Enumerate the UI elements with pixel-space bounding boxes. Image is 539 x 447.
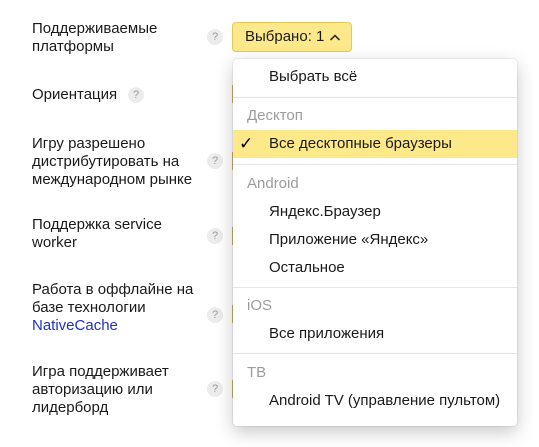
orientation-help-icon[interactable]: ? (128, 87, 144, 103)
select-value: Выбрано: 1 (245, 28, 325, 45)
divider (233, 164, 517, 165)
select-all-option[interactable]: Выбрать всё (233, 63, 517, 91)
option-ios-all-apps[interactable]: Все приложения (233, 320, 517, 348)
group-title-desktop: Десктоп (247, 107, 303, 124)
international-label: Игру разрешено дистрибутировать на между… (32, 135, 193, 188)
platforms-help-icon[interactable]: ? (207, 29, 223, 45)
platforms-select-button[interactable]: Выбрано: 1 (232, 22, 352, 52)
orientation-label: Ориентация (32, 86, 118, 103)
platforms-dropdown: Выбрать всё Десктоп ✓ Все десктопные бра… (233, 59, 517, 426)
divider (233, 353, 517, 354)
platforms-label: Поддерживаемые платформы (32, 20, 158, 55)
offline-label: Работа в оффлайне на базе технологии Nat… (32, 281, 202, 335)
option-yandex-browser[interactable]: Яндекс.Браузер (233, 198, 517, 226)
international-help-icon[interactable]: ? (207, 153, 223, 169)
group-title-android: Android (247, 175, 299, 192)
divider (233, 97, 517, 98)
service-worker-help-icon[interactable]: ? (207, 228, 223, 244)
leaderboard-help-icon[interactable]: ? (207, 381, 223, 397)
checkmark-icon: ✓ (239, 134, 254, 153)
option-android-other[interactable]: Остальное (233, 254, 517, 282)
nativecache-link[interactable]: NativeCache (32, 317, 118, 334)
group-title-tv: ТВ (247, 364, 267, 381)
service-worker-label: Поддержка service worker (32, 216, 162, 251)
option-all-desktop-browsers[interactable]: ✓ Все десктопные браузеры (233, 130, 517, 158)
offline-help-icon[interactable]: ? (207, 307, 223, 323)
chevron-up-icon (329, 23, 341, 61)
divider (233, 287, 517, 288)
option-yandex-app[interactable]: Приложение «Яндекс» (233, 226, 517, 254)
option-label: Все десктопные браузеры (269, 135, 452, 152)
offline-label-text: Работа в оффлайне на базе технологии (32, 281, 194, 316)
leaderboard-label: Игра поддерживает авторизацию или лидерб… (32, 363, 169, 416)
group-title-ios: iOS (247, 297, 273, 314)
option-android-tv[interactable]: Android TV (управление пультом) (233, 387, 517, 415)
